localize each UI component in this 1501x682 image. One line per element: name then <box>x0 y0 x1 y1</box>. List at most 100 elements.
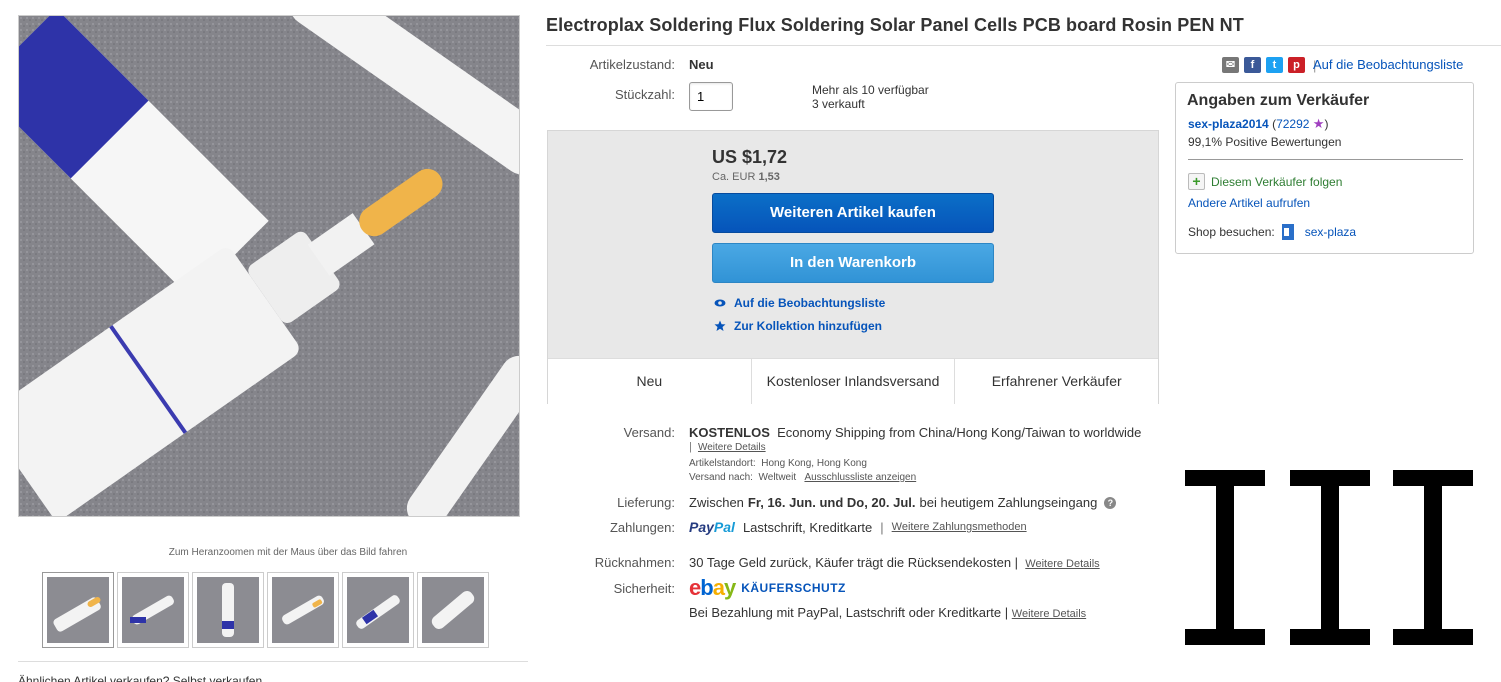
shipping-details-row: | Weitere Details <box>689 441 766 453</box>
exclusions-link[interactable]: Ausschlussliste anzeigen <box>804 472 916 483</box>
returns-text: 30 Tage Geld zurück, Käufer trägt die Rü… <box>689 555 1012 570</box>
security-label: Sicherheit: <box>613 581 675 596</box>
watchlist-link-top[interactable]: Auf die Beobachtungsliste <box>1313 57 1463 72</box>
seller-heading: Angaben zum Verkäufer <box>1187 92 1370 109</box>
more-payment-methods-link[interactable]: Weitere Zahlungsmethoden <box>892 521 1027 533</box>
sell-similar-row[interactable]: Ähnlichen Artikel verkaufen? Selbst verk… <box>18 661 528 682</box>
help-icon[interactable]: ? <box>1104 496 1117 509</box>
zoom-hint: Zum Heranzoomen mit der Maus über das Bi… <box>168 547 408 558</box>
thumbnail-5[interactable] <box>342 572 414 648</box>
watch-label: Auf die Beobachtungsliste <box>734 296 886 310</box>
security-text: Bei Bezahlung mit PayPal, Lastschrift od… <box>689 605 1002 620</box>
plus-icon: + <box>1188 173 1205 190</box>
delivery-range: Fr, 16. Jun. und Do, 20. Jul. <box>747 495 916 510</box>
thumbnail-image <box>197 577 259 643</box>
ships-to-value: Weltweit <box>758 472 797 483</box>
thumbnail-image <box>47 577 109 643</box>
quantity-input[interactable] <box>689 82 733 111</box>
availability-text: Mehr als 10 verfügbar <box>812 83 929 97</box>
location-label: Artikelstandort: <box>689 458 756 469</box>
share-bar: ✉ f t p | <box>1222 57 1316 73</box>
delivery-suffix: bei heutigem Zahlungseingang <box>919 495 1098 510</box>
returns-label: Rücknahmen: <box>594 555 675 570</box>
star-icon: ★ <box>1312 116 1325 131</box>
twitter-icon[interactable]: t <box>1266 57 1283 73</box>
badge-experienced-seller: Erfahrener Verkäufer <box>991 373 1122 389</box>
buyer-protection: ebay KÄUFERSCHUTZ <box>689 575 846 601</box>
title-divider <box>546 45 1501 46</box>
seller-name-link[interactable]: sex-plaza2014 <box>1188 117 1269 131</box>
delivery-label: Lieferung: <box>617 495 675 510</box>
pinterest-icon[interactable]: p <box>1288 57 1305 73</box>
follow-seller-link[interactable]: + Diesem Verkäufer folgen <box>1188 173 1342 190</box>
badge-free-shipping: Kostenloser Inlandsversand <box>752 359 956 404</box>
item-title: Electroplax Soldering Flux Soldering Sol… <box>546 15 1244 35</box>
large-i-glyph-decoration <box>1185 470 1473 645</box>
security-details-link[interactable]: Weitere Details <box>1012 608 1086 620</box>
eye-icon <box>714 299 726 307</box>
shipping-details-link[interactable]: Weitere Details <box>698 442 766 453</box>
item-location: Artikelstandort: Hong Kong, Hong Kong <box>689 458 867 469</box>
thumbnail-image <box>122 577 184 643</box>
follow-label: Diesem Verkäufer folgen <box>1211 174 1343 189</box>
returns-details-link[interactable]: Weitere Details <box>1025 558 1099 570</box>
thumbnail-4[interactable] <box>267 572 339 648</box>
returns-info: 30 Tage Geld zurück, Käufer trägt die Rü… <box>689 555 1100 570</box>
main-product-image[interactable] <box>18 15 520 517</box>
payments-label: Zahlungen: <box>609 520 675 535</box>
delivery-info: Zwischen Fr, 16. Jun. und Do, 20. Jul. b… <box>689 495 1117 510</box>
price: US $1,72 <box>712 147 788 167</box>
condition-label: Artikelzustand: <box>589 57 675 72</box>
buy-now-button[interactable]: Weiteren Artikel kaufen <box>712 193 994 233</box>
thumbnail-image <box>422 577 484 643</box>
condition-value: Neu <box>689 57 714 72</box>
add-to-collection-link[interactable]: Zur Kollektion hinzufügen <box>714 319 882 333</box>
delivery-prefix: Zwischen <box>689 495 744 510</box>
price-eur: Ca. EUR 1,53 <box>712 171 780 183</box>
thumbnail-strip <box>42 572 489 648</box>
facebook-icon[interactable]: f <box>1244 57 1261 73</box>
mail-icon[interactable]: ✉ <box>1222 57 1239 73</box>
price-eur-value: 1,53 <box>758 171 780 183</box>
ebay-logo: ebay <box>689 575 736 600</box>
ships-to: Versand nach: Weltweit Ausschlussliste a… <box>689 472 916 483</box>
thumbnail-image <box>272 577 334 643</box>
price-eur-prefix: Ca. EUR <box>712 171 756 183</box>
buy-box: US $1,72 Ca. EUR 1,53 Weiteren Artikel k… <box>547 130 1159 404</box>
shipping-info: KOSTENLOS Economy Shipping from China/Ho… <box>689 425 1141 440</box>
thumbnail-3[interactable] <box>192 572 264 648</box>
store-icon <box>1281 224 1294 240</box>
quantity-label: Stückzahl: <box>615 87 675 102</box>
shipping-label: Versand: <box>623 425 675 440</box>
shop-label: Shop besuchen: <box>1188 225 1275 239</box>
shipping-cost: KOSTENLOS <box>689 425 770 440</box>
ships-to-label: Versand nach: <box>689 472 753 483</box>
thumbnail-1[interactable] <box>42 572 114 648</box>
other-items-link[interactable]: Andere Artikel aufrufen <box>1188 196 1310 210</box>
star-icon <box>714 320 726 331</box>
badge-new: Neu <box>548 359 752 404</box>
security-text-row: Bei Bezahlung mit PayPal, Lastschrift od… <box>689 605 1087 620</box>
add-to-watchlist-link[interactable]: Auf die Beobachtungsliste <box>714 296 885 310</box>
seller-info-box: Angaben zum Verkäufer sex-plaza2014 (722… <box>1175 82 1474 254</box>
seller-name-row: sex-plaza2014 (72292 ★) <box>1188 116 1329 131</box>
payments-info: PayPal Lastschrift, Kreditkarte | Weiter… <box>689 519 1027 535</box>
thumbnail-image <box>347 577 409 643</box>
add-to-cart-button[interactable]: In den Warenkorb <box>712 243 994 283</box>
shop-link[interactable]: sex-plaza <box>1305 225 1356 239</box>
thumbnail-2[interactable] <box>117 572 189 648</box>
payment-methods: Lastschrift, Kreditkarte <box>742 519 873 535</box>
paypal-logo: PayPal <box>689 519 735 535</box>
positive-feedback: 99,1% Positive Bewertungen <box>1188 135 1342 149</box>
feedback-score-link[interactable]: 72292 <box>1276 117 1309 131</box>
collection-label: Zur Kollektion hinzufügen <box>734 319 882 333</box>
buyer-protection-label: KÄUFERSCHUTZ <box>741 581 846 595</box>
thumbnail-6[interactable] <box>417 572 489 648</box>
location-value: Hong Kong, Hong Kong <box>761 458 867 469</box>
item-badges: Neu Kostenloser Inlandsversand Erfahrene… <box>548 358 1158 404</box>
seller-divider <box>1188 159 1463 160</box>
visit-shop-row: Shop besuchen: sex-plaza <box>1188 223 1356 241</box>
sold-count-link[interactable]: 3 verkauft <box>812 97 865 111</box>
shipping-method: Economy Shipping from China/Hong Kong/Ta… <box>777 425 1142 440</box>
flux-pen-photo <box>19 16 519 516</box>
